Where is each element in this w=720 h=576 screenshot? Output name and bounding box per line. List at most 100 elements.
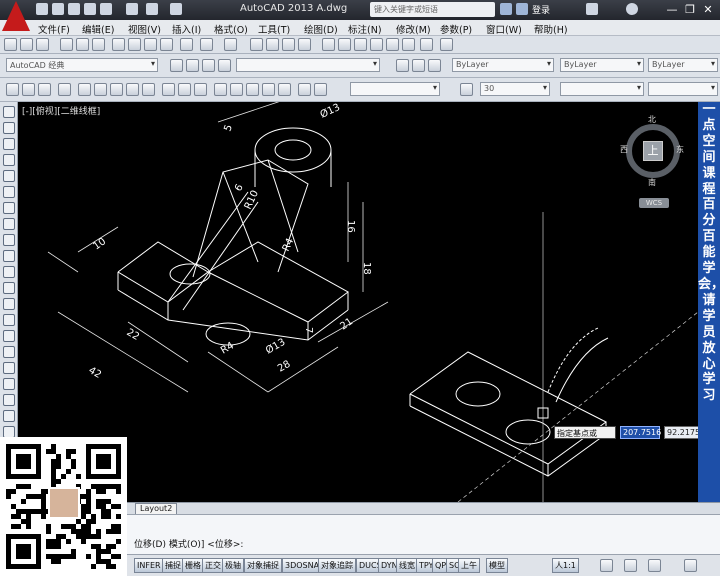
lock-ui-icon[interactable] xyxy=(648,559,661,572)
menu-parametric[interactable]: 参数(P) xyxy=(440,22,472,36)
clean-screen-icon[interactable] xyxy=(684,559,697,572)
compass-west[interactable]: 西 xyxy=(620,144,628,155)
fillet-icon[interactable] xyxy=(3,330,15,342)
join-icon[interactable] xyxy=(3,298,15,310)
search-input[interactable]: 键入关键字或短语 xyxy=(370,2,495,17)
close-button[interactable]: ✕ xyxy=(700,2,716,17)
new-file-icon[interactable] xyxy=(36,3,48,15)
menu-edit[interactable]: 编辑(E) xyxy=(82,22,114,36)
table-icon[interactable] xyxy=(3,410,15,422)
lock-icon[interactable] xyxy=(218,59,231,72)
minimize-button[interactable]: — xyxy=(664,2,680,17)
dim-ordinate-icon[interactable] xyxy=(126,83,139,96)
print-preview-icon[interactable] xyxy=(76,38,89,51)
color-dropdown[interactable]: ByLayer xyxy=(452,58,554,72)
center-mark-icon[interactable] xyxy=(314,83,327,96)
stretch-icon[interactable] xyxy=(3,234,15,246)
save-icon[interactable] xyxy=(68,3,80,15)
viewport-controls-label[interactable]: [-][俯视][二维线框] xyxy=(22,104,100,117)
tool-palettes-icon[interactable] xyxy=(354,38,367,51)
wcs-menu-button[interactable]: WCS xyxy=(639,198,669,208)
sun-icon[interactable] xyxy=(202,59,215,72)
menu-modify[interactable]: 修改(M) xyxy=(396,22,431,36)
paste-icon[interactable] xyxy=(144,38,157,51)
grid-toggle[interactable]: 栅格 xyxy=(182,558,204,573)
dynamic-input-y[interactable]: 92.2175 xyxy=(664,426,698,439)
properties-icon[interactable] xyxy=(322,38,335,51)
compass-south[interactable]: 南 xyxy=(648,177,656,188)
help-icon[interactable] xyxy=(626,3,638,15)
lineweight-dropdown[interactable]: ByLayer xyxy=(648,58,718,72)
tolerance-icon[interactable] xyxy=(298,83,311,96)
copy-icon[interactable] xyxy=(128,38,141,51)
make-current-layer-icon[interactable] xyxy=(396,59,409,72)
chamfer-icon[interactable] xyxy=(3,314,15,326)
ortho-toggle[interactable]: 正交 xyxy=(202,558,224,573)
dim-angular-icon[interactable] xyxy=(194,83,207,96)
open-file-icon[interactable] xyxy=(52,3,64,15)
lineweight-toggle[interactable]: 线宽 xyxy=(396,558,418,573)
redo-icon[interactable] xyxy=(170,3,182,15)
cut-icon[interactable] xyxy=(112,38,125,51)
design-center-icon[interactable] xyxy=(338,38,351,51)
linetype-dropdown[interactable]: ByLayer xyxy=(560,58,644,72)
mirror-icon[interactable] xyxy=(3,138,15,150)
workspace-switch-icon[interactable] xyxy=(624,559,637,572)
user-icon[interactable] xyxy=(516,3,528,15)
hatch-icon[interactable] xyxy=(3,362,15,374)
zoom-previous-icon[interactable] xyxy=(298,38,311,51)
close-drawing-icon[interactable] xyxy=(440,38,453,51)
dynamic-input-x[interactable]: 207.7516 xyxy=(620,426,661,439)
help-toolbar-icon[interactable] xyxy=(420,38,433,51)
construction-line-icon[interactable] xyxy=(22,83,35,96)
block-editor-icon[interactable] xyxy=(180,38,193,51)
zoom-window-icon[interactable] xyxy=(282,38,295,51)
dim-arc-icon[interactable] xyxy=(110,83,123,96)
line-tool-icon[interactable] xyxy=(6,83,19,96)
exchange-icon[interactable] xyxy=(586,3,598,15)
dim-space-icon[interactable] xyxy=(262,83,275,96)
save-as-icon[interactable] xyxy=(84,3,96,15)
model-space-button[interactable]: 模型 xyxy=(486,558,508,573)
login-button[interactable]: 登录 xyxy=(532,3,550,16)
polyline-icon[interactable] xyxy=(38,83,51,96)
snap-toggle[interactable]: 捕捉 xyxy=(162,558,184,573)
layer-previous-icon[interactable] xyxy=(412,59,425,72)
layer-state-icon[interactable] xyxy=(428,59,441,72)
redo-toolbar-icon[interactable] xyxy=(224,38,237,51)
menu-draw[interactable]: 绘图(D) xyxy=(304,22,338,36)
undo-toolbar-icon[interactable] xyxy=(200,38,213,51)
binoculars-icon[interactable] xyxy=(500,3,512,15)
break-icon[interactable] xyxy=(3,282,15,294)
markup-icon[interactable] xyxy=(386,38,399,51)
am-toggle[interactable]: 上午 xyxy=(458,558,480,573)
extend-icon[interactable] xyxy=(3,266,15,278)
menu-dimension[interactable]: 标注(N) xyxy=(348,22,382,36)
workspace-dropdown[interactable]: AutoCAD 经典 xyxy=(6,58,158,72)
plot-icon[interactable] xyxy=(100,3,112,15)
save-toolbar-icon[interactable] xyxy=(36,38,49,51)
multileader-style-dropdown[interactable] xyxy=(648,82,718,96)
menu-view[interactable]: 视图(V) xyxy=(128,22,161,36)
annotation-scale[interactable]: 人1:1 xyxy=(552,558,579,573)
viewcube-top-face[interactable]: 上 xyxy=(643,141,663,161)
quick-dim-icon[interactable] xyxy=(214,83,227,96)
scale-icon[interactable] xyxy=(3,218,15,230)
table-style-dropdown[interactable] xyxy=(560,82,644,96)
lightbulb-icon[interactable] xyxy=(186,59,199,72)
polygon-icon[interactable] xyxy=(58,83,71,96)
undo-icon[interactable] xyxy=(146,3,158,15)
offset-icon[interactable] xyxy=(3,154,15,166)
new-icon[interactable] xyxy=(4,38,17,51)
move-icon[interactable] xyxy=(3,186,15,198)
open-icon[interactable] xyxy=(20,38,33,51)
quickcalc-icon[interactable] xyxy=(402,38,415,51)
dim-jogged-icon[interactable] xyxy=(162,83,175,96)
zoom-realtime-icon[interactable] xyxy=(266,38,279,51)
dim-break-icon[interactable] xyxy=(278,83,291,96)
restore-button[interactable]: ❐ xyxy=(682,2,698,17)
dim-linear-icon[interactable] xyxy=(78,83,91,96)
menu-tools[interactable]: 工具(T) xyxy=(258,22,290,36)
print-icon[interactable] xyxy=(126,3,138,15)
pan-icon[interactable] xyxy=(250,38,263,51)
